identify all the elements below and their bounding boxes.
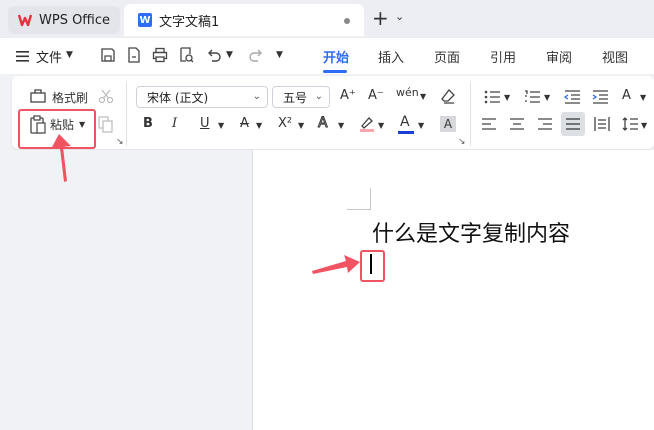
- annotation-arrows: [51, 134, 360, 274]
- paste-pointer-arrow: [51, 134, 71, 182]
- cursor-pointer-arrow: [312, 255, 360, 274]
